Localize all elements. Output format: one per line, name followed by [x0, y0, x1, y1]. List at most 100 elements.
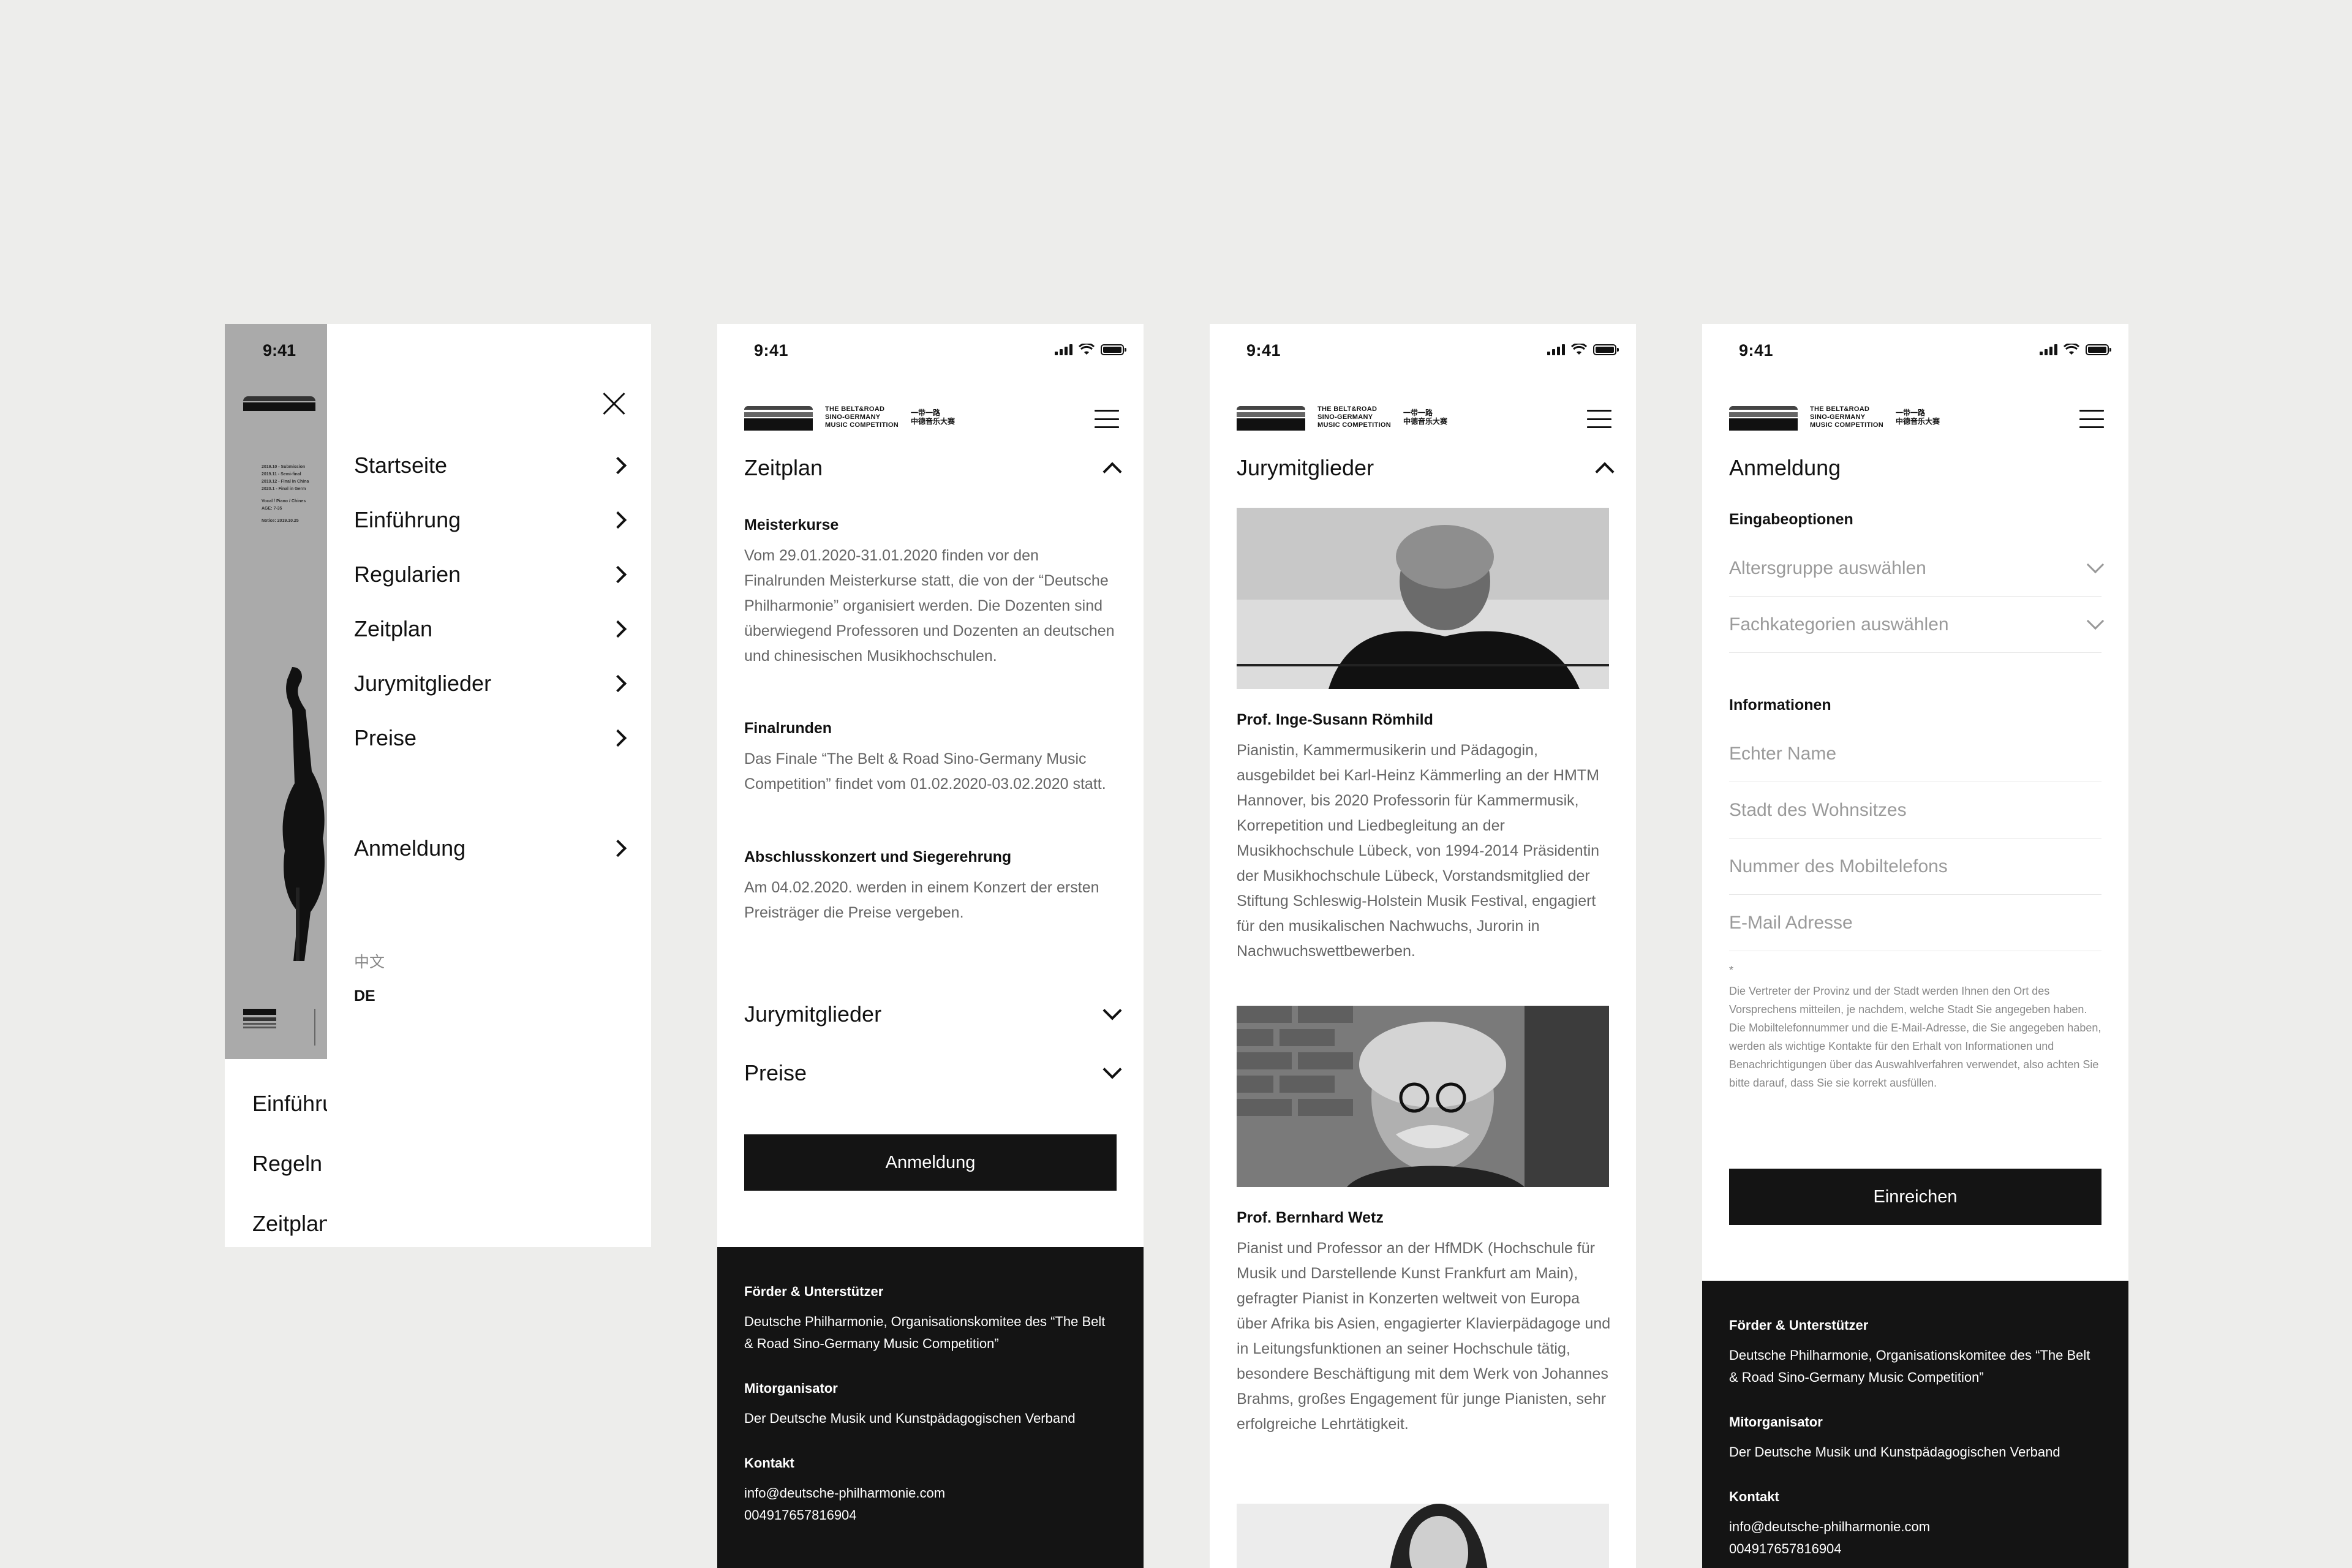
- age-group-select[interactable]: Altersgruppe auswählen: [1729, 540, 2105, 597]
- select-placeholder: Altersgruppe auswählen: [1729, 557, 1926, 578]
- jury-name: Prof. Inge-Susann Römhild: [1237, 711, 1433, 728]
- mobile-field[interactable]: Nummer des Mobiltelefons: [1729, 839, 2101, 895]
- app-header: THE BELT&ROAD SINO-GERMANY MUSIC COMPETITI…: [1210, 379, 1636, 447]
- menu-item-anmeldung[interactable]: Anmeldung: [354, 835, 627, 861]
- menu-item-preise[interactable]: Preise: [354, 725, 627, 751]
- poster-logos: [243, 1009, 276, 1028]
- signal-icon: [2040, 344, 2057, 355]
- logo[interactable]: THE BELT&ROAD SINO-GERMANY MUSIC COMPETITI…: [1729, 404, 1940, 431]
- close-icon[interactable]: [602, 391, 627, 416]
- email-field[interactable]: E-Mail Adresse: [1729, 895, 2101, 951]
- menu-item-jurymitglieder[interactable]: Jurymitglieder: [354, 671, 627, 696]
- anmeldung-button[interactable]: Anmeldung: [744, 1134, 1117, 1191]
- accordion-preise[interactable]: Preise: [744, 1052, 1122, 1095]
- menu-item-zeitplan[interactable]: Zeitplan: [354, 616, 627, 642]
- logo-text: THE BELT&ROAD: [1317, 405, 1378, 413]
- field-placeholder: Nummer des Mobiltelefons: [1729, 856, 1948, 876]
- background-page-bottom: Einführu Regeln Zeitplan: [225, 1059, 327, 1247]
- item-title: Abschlusskonzert und Siegerehrung: [744, 848, 1012, 865]
- logo-mark: [744, 404, 813, 431]
- footer-heading: Förder & Unterstützer: [1729, 1317, 1869, 1333]
- menu-item-einfuehrung[interactable]: Einführung: [354, 507, 627, 533]
- status-time: 9:41: [1739, 341, 1774, 360]
- menu-item-label: Regularien: [354, 562, 461, 587]
- footer-text: Der Deutsche Musik und Kunstpädagogische…: [744, 1411, 1076, 1426]
- menu-item-regularien[interactable]: Regularien: [354, 562, 627, 587]
- menu-item-startseite[interactable]: Startseite: [354, 453, 627, 478]
- jury-photo: [1237, 1006, 1609, 1187]
- section-title: Jurymitglieder: [1237, 455, 1374, 480]
- accordion-zeitplan[interactable]: Zeitplan: [744, 447, 1122, 489]
- accordion-jurymitglieder[interactable]: Jurymitglieder: [744, 993, 1122, 1036]
- item-title: Finalrunden: [744, 720, 832, 737]
- chevron-right-icon: [609, 565, 627, 584]
- field-placeholder: E-Mail Adresse: [1729, 912, 1853, 933]
- required-asterisk: *: [1729, 964, 1734, 976]
- behind-text: Einführu: [252, 1091, 327, 1116]
- logo-text-cn: 一带一路: [911, 409, 941, 417]
- section-title: Preise: [744, 1060, 807, 1085]
- status-time: 9:41: [263, 341, 296, 360]
- jury-photo: [1237, 1504, 1609, 1568]
- status-bar: 9:41: [717, 324, 1144, 379]
- submit-button[interactable]: Einreichen: [1729, 1169, 2101, 1225]
- poster-divider: [314, 1009, 326, 1046]
- field-placeholder: Echter Name: [1729, 743, 1837, 764]
- behind-text: Regeln: [252, 1151, 323, 1176]
- footer-email[interactable]: info@deutsche-philharmonie.com: [1729, 1516, 2101, 1538]
- name-field[interactable]: Echter Name: [1729, 726, 2101, 782]
- phone-screen-anmeldung: 9:41 THE BELT&ROAD SINO-GERMANY MUSIC COMP…: [1702, 324, 2128, 1568]
- footer-text: Deutsche Philharmonie, Organisationskomi…: [1729, 1348, 2090, 1385]
- menu-item-label: Jurymitglieder: [354, 671, 492, 696]
- footer-phone[interactable]: 004917657816904: [744, 1504, 1117, 1526]
- chevron-right-icon: [609, 511, 627, 529]
- item-title: Meisterkurse: [744, 516, 839, 533]
- logo-text: SINO-GERMANY: [825, 413, 881, 421]
- signal-icon: [1547, 344, 1565, 355]
- logo-text-cn: 一带一路: [1403, 409, 1433, 417]
- wifi-icon: [1571, 344, 1587, 355]
- menu-item-label: Anmeldung: [354, 835, 466, 861]
- logo-text: SINO-GERMANY: [1810, 413, 1866, 421]
- chevron-down-icon: [1102, 1001, 1122, 1020]
- item-text: Vom 29.01.2020-31.01.2020 finden vor den…: [744, 547, 1115, 665]
- page-title: Anmeldung: [1729, 447, 2104, 489]
- battery-icon: [1101, 344, 1126, 355]
- language-chinese[interactable]: 中文: [354, 950, 385, 972]
- chevron-right-icon: [609, 729, 627, 747]
- footer-heading: Kontakt: [744, 1455, 794, 1471]
- hamburger-menu-icon[interactable]: [1587, 410, 1611, 428]
- footer-email[interactable]: info@deutsche-philharmonie.com: [744, 1482, 1117, 1504]
- phone-screen-zeitplan: 9:41 THE BELT&ROAD SINO-GERMANY MUSIC COMP…: [717, 324, 1144, 1568]
- footer: Förder & Unterstützer Deutsche Philharmo…: [1702, 1281, 2128, 1568]
- field-placeholder: Stadt des Wohnsitzes: [1729, 799, 1907, 820]
- info-title: Informationen: [1729, 696, 1831, 714]
- status-time: 9:41: [754, 341, 789, 360]
- form-note: Die Vertreter der Provinz und der Stadt …: [1729, 985, 2101, 1089]
- status-bar: 9:41: [1702, 324, 2128, 379]
- navigation-drawer: Startseite Einführung Regularien Zeitpla…: [327, 324, 651, 1247]
- section-title: Zeitplan: [744, 455, 823, 480]
- status-bar: 9:41: [1210, 324, 1636, 379]
- footer-heading: Förder & Unterstützer: [744, 1284, 884, 1299]
- chevron-right-icon: [609, 620, 627, 638]
- hamburger-menu-icon[interactable]: [1095, 410, 1119, 428]
- logo[interactable]: THE BELT&ROAD SINO-GERMANY MUSIC COMPETITI…: [1237, 404, 1447, 431]
- logo-mark: [243, 388, 315, 411]
- category-select[interactable]: Fachkategorien auswählen: [1729, 597, 2105, 653]
- logo-text-cn: 一带一路: [1896, 409, 1926, 417]
- language-german[interactable]: DE: [354, 987, 375, 1005]
- logo-text-cn: 中德音乐大赛: [1896, 417, 1940, 426]
- city-field[interactable]: Stadt des Wohnsitzes: [1729, 782, 2101, 839]
- hamburger-menu-icon[interactable]: [2079, 410, 2104, 428]
- wifi-icon: [2064, 344, 2079, 355]
- logo-text: SINO-GERMANY: [1317, 413, 1373, 421]
- footer-heading: Mitorganisator: [744, 1381, 838, 1396]
- accordion-jurymitglieder[interactable]: Jurymitglieder: [1237, 447, 1615, 489]
- phone-screen-jury: 9:41 THE BELT&ROAD SINO-GERMANY MUSIC COMP…: [1210, 324, 1636, 1568]
- signal-icon: [1055, 344, 1072, 355]
- logo-text: THE BELT&ROAD: [825, 405, 885, 413]
- logo[interactable]: THE BELT&ROAD SINO-GERMANY MUSIC COMPETITI…: [744, 404, 955, 431]
- logo-mark: [1729, 404, 1798, 431]
- footer-phone[interactable]: 004917657816904: [1729, 1538, 2101, 1560]
